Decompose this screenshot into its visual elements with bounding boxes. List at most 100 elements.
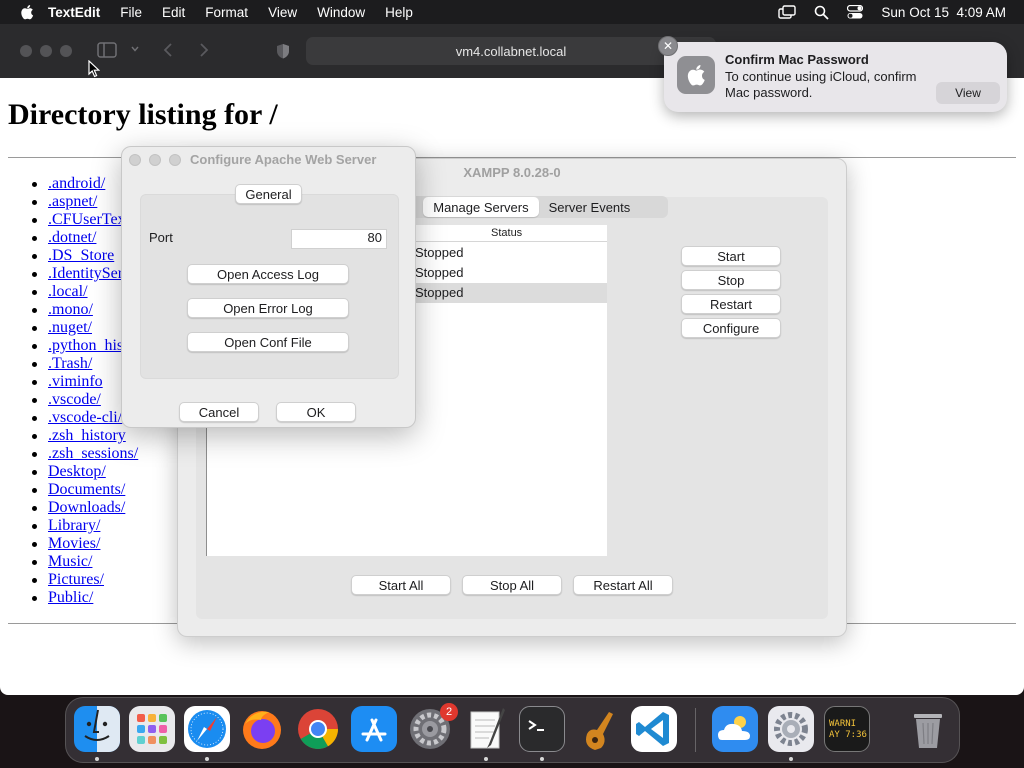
open-conf-file-button[interactable]: Open Conf File bbox=[187, 332, 349, 352]
ok-button[interactable]: OK bbox=[276, 402, 356, 422]
directory-link[interactable]: .local/ bbox=[48, 283, 88, 300]
vscode-icon[interactable] bbox=[631, 706, 677, 752]
back-arrow-icon[interactable] bbox=[163, 42, 173, 58]
menu-app-name[interactable]: TextEdit bbox=[48, 5, 100, 20]
firefox-icon[interactable] bbox=[239, 706, 285, 752]
garageband-icon[interactable] bbox=[575, 706, 621, 752]
directory-link[interactable]: .android/ bbox=[48, 175, 105, 192]
list-item: Pictures/ bbox=[31, 571, 138, 589]
menu-clock[interactable]: Sun Oct 15 4:09 AM bbox=[881, 5, 1006, 20]
textedit-icon[interactable] bbox=[463, 706, 509, 752]
apple-menu-icon[interactable] bbox=[20, 4, 34, 20]
notification-body: To continue using iCloud, confirm Mac pa… bbox=[725, 69, 917, 100]
directory-link[interactable]: .nuget/ bbox=[48, 319, 92, 336]
directory-link[interactable]: .Trash/ bbox=[48, 355, 92, 372]
stop-button[interactable]: Stop bbox=[681, 270, 781, 290]
open-error-log-button[interactable]: Open Error Log bbox=[187, 298, 349, 318]
running-indicator bbox=[540, 757, 544, 761]
safari-icon[interactable] bbox=[184, 706, 230, 752]
list-item: Downloads/ bbox=[31, 499, 138, 517]
list-item: Movies/ bbox=[31, 535, 138, 553]
directory-link[interactable]: .viminfo bbox=[48, 373, 103, 390]
spotlight-search-icon[interactable] bbox=[814, 5, 830, 20]
dialog-close-button[interactable] bbox=[129, 154, 141, 166]
menu-view[interactable]: View bbox=[268, 5, 297, 20]
finder-icon[interactable] bbox=[74, 706, 120, 752]
launchpad-icon[interactable] bbox=[129, 706, 175, 752]
open-access-log-button[interactable]: Open Access Log bbox=[187, 264, 349, 284]
directory-link[interactable]: Public/ bbox=[48, 589, 93, 606]
icloud-notification[interactable]: Confirm Mac Password To continue using i… bbox=[664, 42, 1007, 112]
list-item: Desktop/ bbox=[31, 463, 138, 481]
window-close-button[interactable] bbox=[20, 45, 32, 57]
directory-link[interactable]: .zsh_history bbox=[48, 427, 126, 444]
address-text: vm4.collabnet.local bbox=[455, 43, 567, 59]
directory-link[interactable]: .python_his bbox=[48, 337, 123, 354]
list-item: Public/ bbox=[31, 589, 138, 607]
icloud-icon[interactable] bbox=[712, 706, 758, 752]
screen-mirror-icon[interactable] bbox=[778, 5, 797, 19]
directory-link[interactable]: .vscode/ bbox=[48, 391, 101, 408]
directory-link[interactable]: .DS_Store bbox=[48, 247, 114, 264]
directory-link[interactable]: Movies/ bbox=[48, 535, 100, 552]
dialog-minimize-button[interactable] bbox=[149, 154, 161, 166]
dock-separator bbox=[695, 708, 696, 752]
start-button[interactable]: Start bbox=[681, 246, 781, 266]
directory-link[interactable]: .zsh_sessions/ bbox=[48, 445, 138, 462]
menu-help[interactable]: Help bbox=[385, 5, 413, 20]
apple-logo-icon bbox=[677, 56, 715, 94]
directory-link[interactable]: .IdentitySer bbox=[48, 265, 123, 282]
list-item: Music/ bbox=[31, 553, 138, 571]
directory-link[interactable]: .dotnet/ bbox=[48, 229, 96, 246]
port-input[interactable]: 80 bbox=[291, 229, 387, 249]
chrome-icon[interactable] bbox=[295, 706, 341, 752]
directory-link[interactable]: Library/ bbox=[48, 517, 100, 534]
menu-edit[interactable]: Edit bbox=[162, 5, 185, 20]
trash-icon[interactable] bbox=[905, 706, 951, 752]
xampp-tab-bar: e Manage Servers Server Events bbox=[396, 196, 668, 218]
restart-button[interactable]: Restart bbox=[681, 294, 781, 314]
window-minimize-button[interactable] bbox=[40, 45, 52, 57]
cancel-button[interactable]: Cancel bbox=[179, 402, 259, 422]
running-indicator bbox=[789, 757, 793, 761]
directory-link[interactable]: .mono/ bbox=[48, 301, 93, 318]
dialog-zoom-button[interactable] bbox=[169, 154, 181, 166]
directory-link[interactable]: Documents/ bbox=[48, 481, 125, 498]
notification-badge: 2 bbox=[440, 703, 458, 721]
sidebar-toggle-icon[interactable] bbox=[97, 42, 117, 58]
list-item: .zsh_history bbox=[31, 427, 138, 445]
settings-gear-icon[interactable] bbox=[768, 706, 814, 752]
general-tab[interactable]: General bbox=[235, 184, 302, 204]
tab-manage-servers[interactable]: Manage Servers bbox=[423, 197, 539, 217]
forward-arrow-icon[interactable] bbox=[199, 42, 209, 58]
directory-link[interactable]: Downloads/ bbox=[48, 499, 125, 516]
notification-close-icon[interactable]: ✕ bbox=[658, 36, 678, 56]
configure-button[interactable]: Configure bbox=[681, 318, 781, 338]
address-bar[interactable]: vm4.collabnet.local bbox=[306, 37, 716, 65]
menu-format[interactable]: Format bbox=[205, 5, 248, 20]
directory-link[interactable]: .CFUserTex bbox=[48, 211, 126, 228]
terminal-icon[interactable] bbox=[519, 706, 565, 752]
app-store-icon[interactable] bbox=[351, 706, 397, 752]
menu-file[interactable]: File bbox=[120, 5, 142, 20]
start-all-button[interactable]: Start All bbox=[351, 575, 451, 595]
privacy-shield-icon[interactable] bbox=[276, 43, 290, 59]
restart-all-button[interactable]: Restart All bbox=[573, 575, 673, 595]
server-status: Stopped bbox=[415, 265, 464, 280]
directory-link[interactable]: Desktop/ bbox=[48, 463, 106, 480]
menu-window[interactable]: Window bbox=[317, 5, 365, 20]
chevron-down-icon[interactable] bbox=[131, 46, 139, 52]
notification-view-button[interactable]: View bbox=[936, 82, 1000, 104]
directory-link[interactable]: .vscode-cli/ bbox=[48, 409, 122, 426]
control-center-icon[interactable] bbox=[847, 5, 864, 19]
window-zoom-button[interactable] bbox=[60, 45, 72, 57]
tab-server-events[interactable]: Server Events bbox=[539, 197, 641, 217]
directory-link[interactable]: .aspnet/ bbox=[48, 193, 97, 210]
status-column-header[interactable]: Status bbox=[491, 227, 522, 239]
directory-link[interactable]: Music/ bbox=[48, 553, 92, 570]
directory-link[interactable]: Pictures/ bbox=[48, 571, 104, 588]
mouse-cursor-icon bbox=[88, 60, 100, 78]
stop-all-button[interactable]: Stop All bbox=[462, 575, 562, 595]
console-icon[interactable]: WARNI AY 7:36 bbox=[824, 706, 870, 752]
running-indicator bbox=[484, 757, 488, 761]
